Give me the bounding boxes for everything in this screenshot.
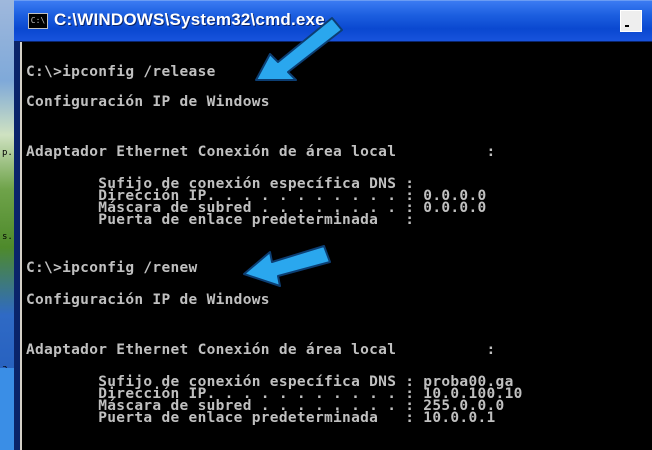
desktop-text-fragment: p. — [2, 148, 13, 158]
console-line-header: Configuración IP de Windows — [26, 292, 270, 308]
console-line-header: Configuración IP de Windows — [26, 94, 270, 110]
annotation-arrow-icon — [243, 245, 331, 287]
console-line-command-release: C:\>ipconfig /release — [26, 64, 216, 80]
console-line-gateway: Puerta de enlace predeterminada : 10.0.0… — [26, 410, 496, 426]
console-line-command-renew: C:\>ipconfig /renew — [26, 260, 198, 276]
minimize-button[interactable] — [620, 10, 642, 32]
minimize-icon — [625, 25, 629, 27]
console-line-gateway: Puerta de enlace predeterminada : — [26, 212, 415, 228]
console-output[interactable]: C:\>ipconfig /release Configuración IP d… — [20, 42, 652, 450]
console-line-adapter: Adaptador Ethernet Conexión de área loca… — [26, 342, 496, 358]
screenshot: p. s. a C:\ C:\WINDOWS\System32\cmd.exe … — [0, 0, 652, 450]
console-line-adapter: Adaptador Ethernet Conexión de área loca… — [26, 144, 496, 160]
annotation-arrow-icon — [255, 17, 343, 81]
cmd-icon[interactable]: C:\ — [28, 13, 48, 29]
desktop-text-fragment: s. — [2, 232, 13, 242]
